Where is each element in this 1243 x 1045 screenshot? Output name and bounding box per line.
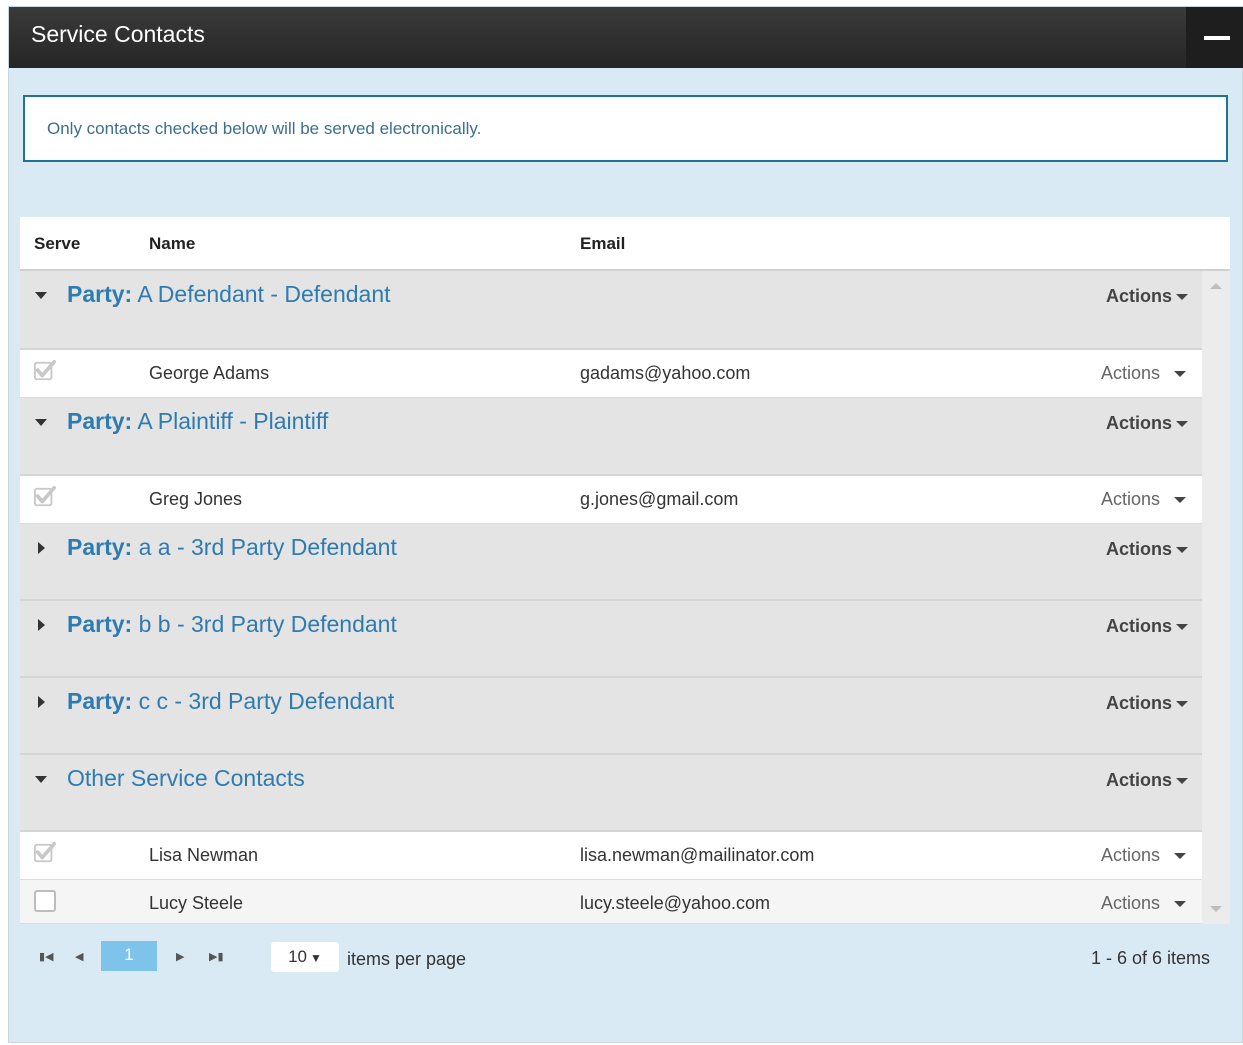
- column-header-serve[interactable]: Serve: [34, 234, 80, 254]
- contact-row: Lucy Steele lucy.steele@yahoo.com Action…: [20, 880, 1202, 924]
- serve-checkbox-checked[interactable]: [34, 486, 56, 508]
- group-title: Party: b b - 3rd Party Defendant: [67, 611, 397, 637]
- grid-body: Party: A Defendant - Defendant Actions G…: [20, 271, 1202, 924]
- service-contacts-panel: Service Contacts Only contacts checked b…: [8, 6, 1243, 1043]
- contact-name: Lucy Steele: [149, 893, 244, 913]
- expand-group-toggle[interactable]: [34, 618, 48, 632]
- column-header-email[interactable]: Email: [580, 234, 625, 254]
- first-page-icon[interactable]: ▮◀: [39, 950, 54, 963]
- group-title: Party: c c - 3rd Party Defendant: [67, 688, 395, 714]
- expand-group-toggle[interactable]: [34, 695, 48, 709]
- last-page-icon[interactable]: ▶▮: [209, 950, 224, 963]
- other-contacts-group-row[interactable]: Other Service Contacts Actions: [20, 755, 1202, 832]
- contact-actions-dropdown[interactable]: Actions: [1101, 893, 1186, 914]
- contact-row: Greg Jones g.jones@gmail.com Actions: [20, 476, 1202, 524]
- panel-header: Service Contacts: [9, 7, 1243, 68]
- group-title: Party: A Plaintiff - Plaintiff: [67, 408, 329, 434]
- contact-email: g.jones@gmail.com: [580, 489, 739, 509]
- caret-right-icon: [38, 696, 45, 708]
- contact-name: Greg Jones: [149, 489, 243, 509]
- expand-group-toggle[interactable]: [34, 541, 48, 555]
- pager: ▮◀ ◀ 1 ▶ ▶▮ 10 ▼ items per page 1 - 6 of …: [9, 937, 1243, 977]
- caret-down-icon: [35, 292, 47, 299]
- dropdown-arrow-icon: [1174, 497, 1186, 504]
- pager-summary: 1 - 6 of 6 items: [1090, 948, 1210, 968]
- dropdown-arrow-icon: [1176, 701, 1188, 708]
- dropdown-arrow-icon: [1176, 624, 1188, 631]
- dropdown-arrow-icon: [1174, 371, 1186, 378]
- collapse-group-toggle[interactable]: [34, 415, 48, 429]
- contact-actions-dropdown[interactable]: Actions: [1101, 489, 1186, 510]
- contact-actions-dropdown[interactable]: Actions: [1101, 845, 1186, 866]
- collapse-button[interactable]: [1186, 7, 1243, 68]
- chevron-down-icon: ▼: [310, 951, 322, 965]
- panel-title: Service Contacts: [31, 21, 205, 47]
- dropdown-arrow-icon: [1176, 294, 1188, 301]
- group-actions-dropdown[interactable]: Actions: [1106, 286, 1188, 307]
- serve-checkbox-unchecked[interactable]: [34, 890, 56, 912]
- scroll-up-icon[interactable]: [1210, 283, 1222, 289]
- dropdown-arrow-icon: [1176, 421, 1188, 428]
- group-actions-dropdown[interactable]: Actions: [1106, 693, 1188, 714]
- serve-checkbox-checked[interactable]: [34, 360, 56, 382]
- caret-right-icon: [38, 619, 45, 631]
- scroll-down-icon[interactable]: [1210, 906, 1222, 912]
- group-actions-dropdown[interactable]: Actions: [1106, 616, 1188, 637]
- contact-row: George Adams gadams@yahoo.com Actions: [20, 350, 1202, 398]
- party-group-row[interactable]: Party: a a - 3rd Party Defendant Actions: [20, 524, 1202, 601]
- contact-name: George Adams: [149, 363, 270, 383]
- contact-name: Lisa Newman: [149, 845, 259, 865]
- group-actions-dropdown[interactable]: Actions: [1106, 770, 1188, 791]
- group-title: Party: a a - 3rd Party Defendant: [67, 534, 397, 560]
- group-actions-dropdown[interactable]: Actions: [1106, 413, 1188, 434]
- collapse-group-toggle[interactable]: [34, 772, 48, 786]
- info-notice: Only contacts checked below will be serv…: [23, 95, 1228, 162]
- party-group-row[interactable]: Party: b b - 3rd Party Defendant Actions: [20, 601, 1202, 678]
- dropdown-arrow-icon: [1176, 547, 1188, 554]
- contact-row: Lisa Newman lisa.newman@mailinator.com A…: [20, 832, 1202, 880]
- minus-icon: [1204, 36, 1230, 40]
- party-group-row[interactable]: Party: A Defendant - Defendant Actions: [20, 271, 1202, 350]
- contact-email: gadams@yahoo.com: [580, 363, 751, 383]
- serve-checkbox-checked[interactable]: [34, 842, 56, 864]
- caret-down-icon: [35, 419, 47, 426]
- notice-text: Only contacts checked below will be serv…: [47, 119, 482, 138]
- vertical-scrollbar[interactable]: [1202, 271, 1230, 924]
- previous-page-icon[interactable]: ◀: [75, 950, 83, 963]
- caret-right-icon: [38, 542, 45, 554]
- party-group-row[interactable]: Party: c c - 3rd Party Defendant Actions: [20, 678, 1202, 755]
- current-page-button[interactable]: 1: [101, 941, 157, 971]
- contact-email: lucy.steele@yahoo.com: [580, 893, 771, 913]
- dropdown-arrow-icon: [1176, 778, 1188, 785]
- page-size-label: items per page: [347, 949, 467, 969]
- caret-down-icon: [35, 776, 47, 783]
- collapse-group-toggle[interactable]: [34, 288, 48, 302]
- dropdown-arrow-icon: [1174, 901, 1186, 908]
- page-size-select[interactable]: 10 ▼: [271, 942, 339, 972]
- grid-header: Serve Name Email: [20, 217, 1230, 271]
- group-actions-dropdown[interactable]: Actions: [1106, 539, 1188, 560]
- contacts-grid: Serve Name Email Party: A Defendant - De…: [20, 217, 1230, 924]
- dropdown-arrow-icon: [1174, 853, 1186, 860]
- group-title: Other Service Contacts: [67, 765, 305, 791]
- contact-actions-dropdown[interactable]: Actions: [1101, 363, 1186, 384]
- contact-email: lisa.newman@mailinator.com: [580, 845, 815, 865]
- group-title: Party: A Defendant - Defendant: [67, 281, 391, 307]
- party-group-row[interactable]: Party: A Plaintiff - Plaintiff Actions: [20, 398, 1202, 476]
- column-header-name[interactable]: Name: [149, 234, 195, 254]
- next-page-icon[interactable]: ▶: [176, 950, 184, 963]
